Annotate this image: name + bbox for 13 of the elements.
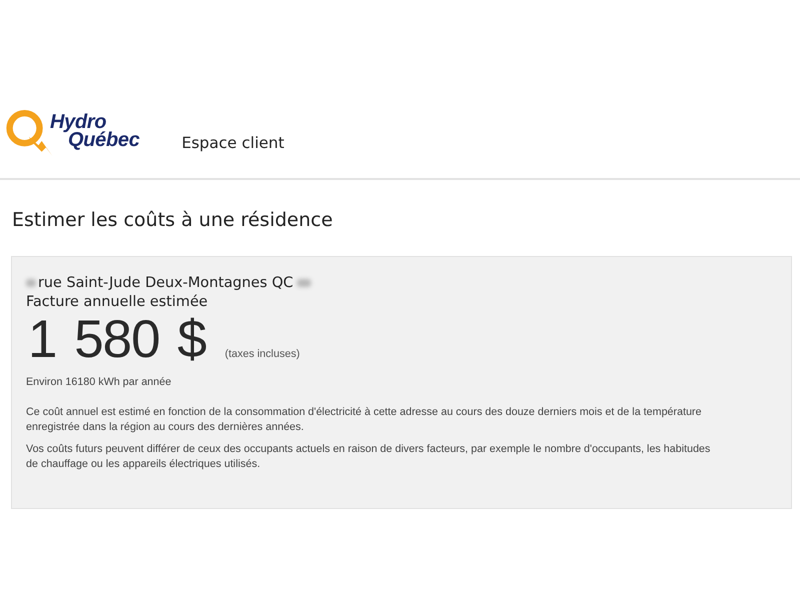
info-paragraph: Vos coûts futurs peuvent différer de ceux des occupants actuels en raison de divers facteurs, par exemple le nombre d'occupants, les habitudes de chauffage ou les appareils électriques utilisés. <box>26 442 712 471</box>
logo-wordmark: Hydro <box>50 113 106 131</box>
section-title: Espace client <box>182 134 284 152</box>
amount-value: 1 580 $ <box>27 311 206 369</box>
page-title: Estimer les coûts à une résidence <box>12 209 334 232</box>
blurred-redaction-icon <box>297 279 312 287</box>
logo-wordmark: Québec <box>68 131 140 149</box>
tax-note: (taxes incluses) <box>224 348 300 360</box>
info-paragraph: Ce coût annuel est estimé en fonction de la consommation d'électricité à cette adresse au cours des douze derniers mois et de la température enregistrée dans la région au cours des dernières années. <box>26 405 702 434</box>
estimate-label: Facture annuelle estimée <box>26 293 209 311</box>
address-text: rue Saint-Jude Deux-Montagnes QC <box>38 274 294 292</box>
blurred-redaction-icon <box>26 279 36 287</box>
consumption-text: Environ 16180 kWh par année <box>26 375 172 389</box>
